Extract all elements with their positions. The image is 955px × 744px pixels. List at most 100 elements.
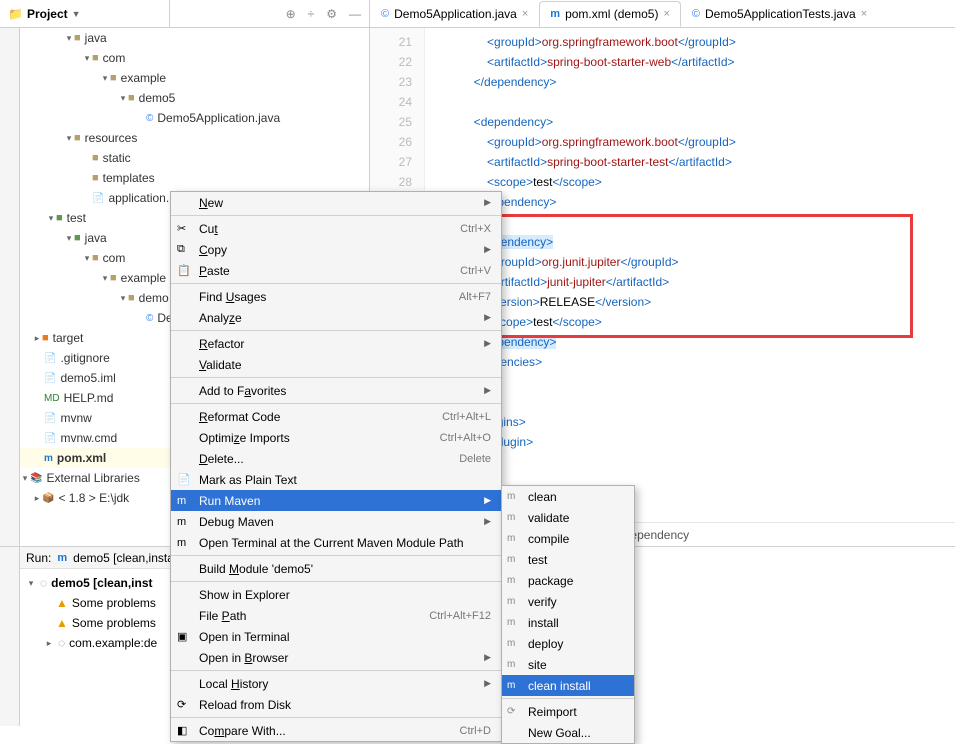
- tree-folder-demo5[interactable]: ▾■demo5: [20, 88, 369, 108]
- context-menu: New▶ ✂CutCtrl+X ⧉Copy▶ 📋PasteCtrl+V Find…: [170, 191, 502, 742]
- library-icon: 📚: [30, 473, 42, 484]
- tree-folder-com[interactable]: ▾■com: [20, 48, 369, 68]
- ctx-cut[interactable]: ✂CutCtrl+X: [171, 218, 501, 239]
- folder-icon: ■: [74, 232, 81, 244]
- run-label: Run:: [26, 551, 51, 565]
- sub-reimport[interactable]: ⟳Reimport: [502, 701, 634, 722]
- ctx-browser[interactable]: Open in Browser▶: [171, 647, 501, 668]
- sub-verify[interactable]: mverify: [502, 591, 634, 612]
- tab-label: Demo5Application.java: [394, 7, 517, 21]
- ctx-buildmodule[interactable]: Build Module 'demo5': [171, 558, 501, 579]
- ctx-debugmaven[interactable]: mDebug Maven▶: [171, 511, 501, 532]
- separator: [502, 698, 634, 699]
- sub-site[interactable]: msite: [502, 654, 634, 675]
- ctx-history[interactable]: Local History▶: [171, 673, 501, 694]
- collapse-icon[interactable]: —: [349, 7, 361, 21]
- sub-package[interactable]: mpackage: [502, 570, 634, 591]
- reimport-icon: ⟳: [507, 706, 515, 717]
- ctx-plaintext[interactable]: 📄Mark as Plain Text: [171, 469, 501, 490]
- separator: [171, 283, 501, 284]
- separator: [171, 377, 501, 378]
- sub-validate[interactable]: mvalidate: [502, 507, 634, 528]
- sub-install[interactable]: minstall: [502, 612, 634, 633]
- close-icon[interactable]: ×: [861, 8, 867, 20]
- ctx-openterminal[interactable]: ▣Open in Terminal: [171, 626, 501, 647]
- warning-icon: ▲: [56, 596, 68, 610]
- properties-file-icon: 📄: [92, 193, 104, 204]
- sub-deploy[interactable]: mdeploy: [502, 633, 634, 654]
- ctx-reformat[interactable]: Reformat CodeCtrl+Alt+L: [171, 406, 501, 427]
- tree-folder-static[interactable]: ■static: [20, 148, 369, 168]
- chevron-right-icon: ▶: [484, 516, 491, 527]
- chevron-right-icon: ▶: [484, 385, 491, 396]
- spinner-icon: ◌: [40, 576, 47, 590]
- maven-goal-icon: m: [507, 659, 515, 670]
- folder-icon: ■: [56, 212, 63, 224]
- left-rail: [0, 28, 20, 546]
- tree-folder-resources[interactable]: ▾■resources: [20, 128, 369, 148]
- sub-test[interactable]: mtest: [502, 549, 634, 570]
- dropdown-icon: ▼: [72, 9, 81, 19]
- ctx-validate[interactable]: Validate: [171, 354, 501, 375]
- close-icon[interactable]: ×: [522, 8, 528, 20]
- file-icon: 📄: [44, 373, 56, 384]
- gear-icon[interactable]: ⚙: [326, 7, 337, 21]
- ctx-analyze[interactable]: Analyze▶: [171, 307, 501, 328]
- sub-compile[interactable]: mcompile: [502, 528, 634, 549]
- divide-icon[interactable]: ÷: [308, 7, 315, 21]
- java-file-icon: ©: [692, 8, 700, 20]
- ctx-paste[interactable]: 📋PasteCtrl+V: [171, 260, 501, 281]
- ctx-findusages[interactable]: Find UsagesAlt+F7: [171, 286, 501, 307]
- chevron-right-icon: ▶: [484, 678, 491, 689]
- folder-icon: ■: [92, 172, 99, 184]
- ctx-compare[interactable]: ◧Compare With...Ctrl+D: [171, 720, 501, 741]
- maven-run-icon: m: [57, 552, 67, 564]
- tree-folder-templates[interactable]: ■templates: [20, 168, 369, 188]
- tab-pom-xml[interactable]: m pom.xml (demo5) ×: [539, 1, 681, 27]
- warning-icon: ▲: [56, 616, 68, 630]
- ctx-addfav[interactable]: Add to Favorites▶: [171, 380, 501, 401]
- sub-clean-install[interactable]: mclean install: [502, 675, 634, 696]
- ctx-explorer[interactable]: Show in Explorer: [171, 584, 501, 605]
- tab-label: pom.xml (demo5): [565, 7, 658, 21]
- code-area[interactable]: <groupId>org.springframework.boot</group…: [425, 28, 955, 522]
- editor-tabs: © Demo5Application.java × m pom.xml (dem…: [370, 0, 955, 27]
- folder-icon: ■: [128, 92, 135, 104]
- chevron-right-icon: ▶: [484, 338, 491, 349]
- chevron-right-icon: ▶: [484, 244, 491, 255]
- maven-file-icon: m: [44, 453, 53, 464]
- project-header[interactable]: 📁 Project ▼: [0, 0, 170, 27]
- ctx-delete[interactable]: Delete...Delete: [171, 448, 501, 469]
- ctx-optimports[interactable]: Optimize ImportsCtrl+Alt+O: [171, 427, 501, 448]
- jdk-icon: 📦: [42, 493, 54, 504]
- tab-demo5application[interactable]: © Demo5Application.java ×: [370, 1, 539, 27]
- sub-newgoal[interactable]: New Goal...: [502, 722, 634, 743]
- maven-goal-icon: m: [507, 638, 515, 649]
- folder-icon: ■: [42, 332, 49, 344]
- maven-goal-icon: m: [507, 617, 515, 628]
- ctx-runmaven[interactable]: mRun Maven▶: [171, 490, 501, 511]
- target-icon[interactable]: ⊕: [286, 7, 296, 21]
- run-rail: [0, 547, 20, 726]
- separator: [171, 330, 501, 331]
- ctx-reload[interactable]: ⟳Reload from Disk: [171, 694, 501, 715]
- ctx-new[interactable]: New▶: [171, 192, 501, 213]
- maven-goal-icon: m: [507, 512, 515, 523]
- java-file-icon: ©: [381, 8, 389, 20]
- project-toolbar: ⊕ ÷ ⚙ —: [170, 0, 370, 27]
- ctx-openterminal-maven[interactable]: mOpen Terminal at the Current Maven Modu…: [171, 532, 501, 553]
- tree-file-demoapp[interactable]: ©Demo5Application.java: [20, 108, 369, 128]
- tab-demo5applicationtests[interactable]: © Demo5ApplicationTests.java ×: [681, 1, 878, 27]
- maven-file-icon: m: [550, 8, 560, 20]
- close-icon[interactable]: ×: [663, 8, 669, 20]
- sub-clean[interactable]: mclean: [502, 486, 634, 507]
- ctx-filepath[interactable]: File PathCtrl+Alt+F12: [171, 605, 501, 626]
- text-file-icon: 📄: [177, 473, 191, 486]
- ctx-refactor[interactable]: Refactor▶: [171, 333, 501, 354]
- folder-icon: ■: [110, 72, 117, 84]
- tree-folder-example[interactable]: ▾■example: [20, 68, 369, 88]
- ctx-copy[interactable]: ⧉Copy▶: [171, 239, 501, 260]
- tree-folder-java[interactable]: ▾■java: [20, 28, 369, 48]
- maven-goal-icon: m: [507, 575, 515, 586]
- folder-icon: ■: [110, 272, 117, 284]
